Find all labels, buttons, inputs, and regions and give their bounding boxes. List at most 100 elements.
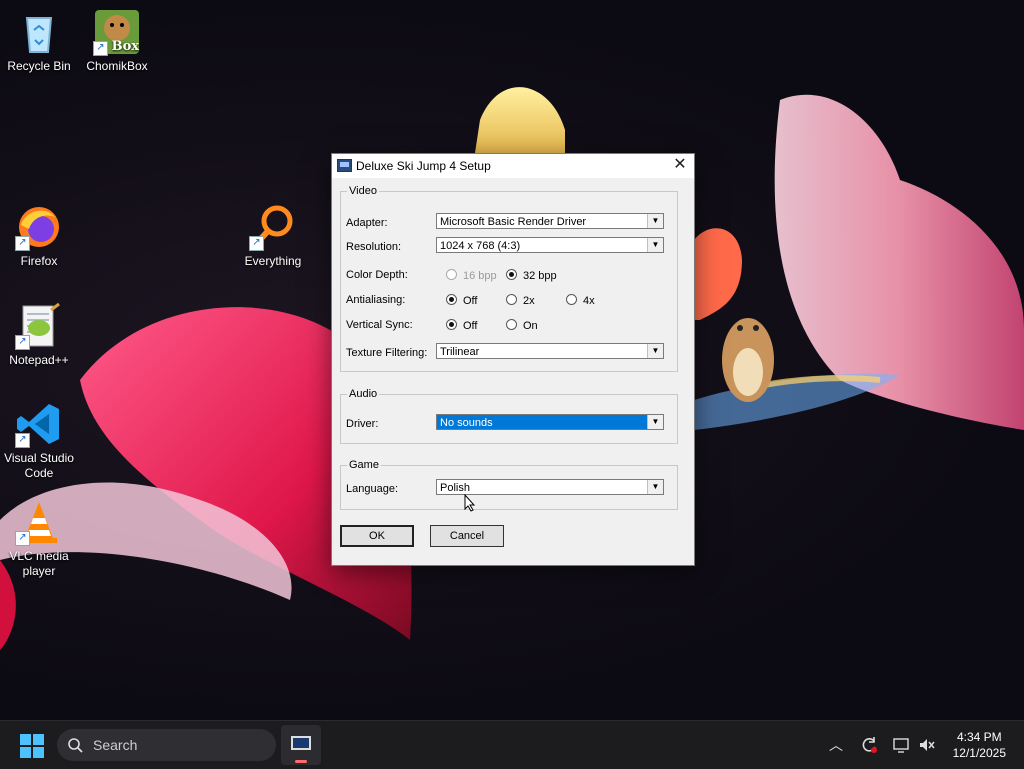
resolution-label: Resolution: <box>346 241 402 253</box>
chomikbox-icon: Box ↗ <box>93 8 141 56</box>
radio-vsync-on[interactable]: On <box>506 318 538 332</box>
radio-dot <box>506 319 517 330</box>
game-legend: Game <box>349 459 379 471</box>
desktop-icon-label: Firefox <box>20 254 58 268</box>
desktop-icon-label: Visual Studio Code <box>4 451 74 480</box>
adapter-select[interactable]: Microsoft Basic Render Driver ▼ <box>436 213 664 229</box>
radio-vsync-on-label: On <box>523 320 538 332</box>
refresh-icon[interactable] <box>860 736 878 754</box>
radio-16bpp[interactable]: 16 bpp <box>446 268 497 282</box>
chevron-down-icon: ▼ <box>647 415 663 429</box>
texture-filtering-select[interactable]: Trilinear ▼ <box>436 343 664 359</box>
desktop-icon-firefox[interactable]: ↗ Firefox <box>1 203 77 269</box>
language-label: Language: <box>346 483 398 495</box>
radio-aa-off[interactable]: Off <box>446 293 477 307</box>
volume-muted-icon[interactable] <box>918 736 936 754</box>
video-legend: Video <box>349 185 377 197</box>
chomikbox-badge: Box <box>111 39 139 54</box>
radio-aa-4x[interactable]: 4x <box>566 293 595 307</box>
radio-dot <box>506 294 517 305</box>
mouse-pointer-icon <box>464 494 476 512</box>
radio-dot <box>446 319 457 330</box>
desktop-icon-label: Everything <box>244 254 302 268</box>
radio-32bpp-label: 32 bpp <box>523 270 557 282</box>
shortcut-arrow-icon: ↗ <box>249 236 264 251</box>
shortcut-arrow-icon: ↗ <box>15 531 30 546</box>
radio-aa-4x-label: 4x <box>583 295 595 307</box>
radio-aa-2x-label: 2x <box>523 295 535 307</box>
recycle-bin-icon <box>15 8 63 56</box>
radio-dot <box>446 269 457 280</box>
chevron-down-icon: ▼ <box>647 344 663 358</box>
dialog-titlebar[interactable]: Deluxe Ski Jump 4 Setup ✕ <box>332 154 694 178</box>
desktop-icon-label: ChomikBox <box>86 59 148 73</box>
driver-label: Driver: <box>346 418 379 430</box>
desktop-icon-label: Recycle Bin <box>7 59 71 73</box>
adapter-value: Microsoft Basic Render Driver <box>440 216 587 228</box>
color-depth-label: Color Depth: <box>346 269 408 281</box>
antialiasing-label: Antialiasing: <box>346 294 406 306</box>
desktop-icon-vscode[interactable]: ↗ Visual Studio Code <box>1 400 77 481</box>
chevron-down-icon: ▼ <box>647 214 663 228</box>
resolution-value: 1024 x 768 (4:3) <box>440 240 521 252</box>
desktop-icon-recycle-bin[interactable]: Recycle Bin <box>1 8 77 74</box>
desktop-icon-label: VLC media player <box>9 549 69 578</box>
chevron-down-icon: ▼ <box>647 480 663 494</box>
taskbar-app-ski-jump[interactable] <box>281 725 321 765</box>
taskbar-search[interactable]: Search <box>57 729 276 761</box>
ok-button[interactable]: OK <box>340 525 414 547</box>
dialog-title: Deluxe Ski Jump 4 Setup <box>356 159 491 173</box>
desktop-icon-everything[interactable]: ↗ Everything <box>235 203 311 269</box>
language-select[interactable]: Polish ▼ <box>436 479 664 495</box>
radio-dot <box>446 294 457 305</box>
radio-aa-off-label: Off <box>463 295 478 307</box>
shortcut-arrow-icon: ↗ <box>15 335 30 350</box>
everything-search-icon: ↗ <box>249 203 297 251</box>
driver-value: No sounds <box>440 417 493 429</box>
windows-logo-icon <box>20 734 31 745</box>
search-icon <box>68 738 83 753</box>
chevron-up-icon[interactable]: ︿ <box>829 735 843 755</box>
desktop-icon-notepadpp[interactable]: ↗ Notepad++ <box>1 302 77 368</box>
taskbar-clock[interactable]: 4:34 PM 12/1/2025 <box>953 729 1006 761</box>
radio-vsync-off[interactable]: Off <box>446 318 477 332</box>
network-icon[interactable] <box>892 736 910 754</box>
cancel-button[interactable]: Cancel <box>430 525 504 547</box>
adapter-label: Adapter: <box>346 217 388 229</box>
radio-32bpp[interactable]: 32 bpp <box>506 268 557 282</box>
windows-logo-icon <box>20 747 31 758</box>
resolution-select[interactable]: 1024 x 768 (4:3) ▼ <box>436 237 664 253</box>
shortcut-arrow-icon: ↗ <box>15 236 30 251</box>
vscode-icon: ↗ <box>15 400 63 448</box>
active-indicator <box>295 760 307 763</box>
radio-dot <box>566 294 577 305</box>
clock-time: 4:34 PM <box>956 730 1002 744</box>
monitor-icon <box>291 736 311 750</box>
shortcut-arrow-icon: ↗ <box>15 433 30 448</box>
radio-aa-2x[interactable]: 2x <box>506 293 535 307</box>
search-label: Search <box>93 737 138 753</box>
audio-legend: Audio <box>349 388 378 400</box>
notepadpp-icon: ↗ <box>15 302 63 350</box>
driver-select[interactable]: No sounds ▼ <box>436 414 664 430</box>
vsync-label: Vertical Sync: <box>346 319 413 331</box>
desktop-icon-label: Notepad++ <box>9 353 69 367</box>
windows-logo-icon <box>33 747 44 758</box>
texture-filtering-value: Trilinear <box>440 346 480 358</box>
radio-dot <box>506 269 517 280</box>
taskbar: Search ︿ 4:34 PM 12/1/2025 <box>0 720 1024 769</box>
clock-date: 12/1/2025 <box>952 746 1006 760</box>
texture-filtering-label: Texture Filtering: <box>346 347 428 359</box>
vlc-cone-icon: ↗ <box>15 498 63 546</box>
desktop-icon-vlc[interactable]: ↗ VLC media player <box>1 498 77 579</box>
monitor-icon <box>337 159 352 172</box>
shortcut-arrow-icon: ↗ <box>93 41 108 56</box>
chevron-down-icon: ▼ <box>647 238 663 252</box>
desktop-icon-chomikbox[interactable]: Box ↗ ChomikBox <box>79 8 155 74</box>
close-button[interactable]: ✕ <box>666 154 694 178</box>
setup-dialog: Deluxe Ski Jump 4 Setup ✕ Video Adapter:… <box>331 153 695 566</box>
start-button[interactable] <box>20 734 44 758</box>
radio-vsync-off-label: Off <box>463 320 478 332</box>
firefox-icon: ↗ <box>15 203 63 251</box>
windows-logo-icon <box>33 734 44 745</box>
